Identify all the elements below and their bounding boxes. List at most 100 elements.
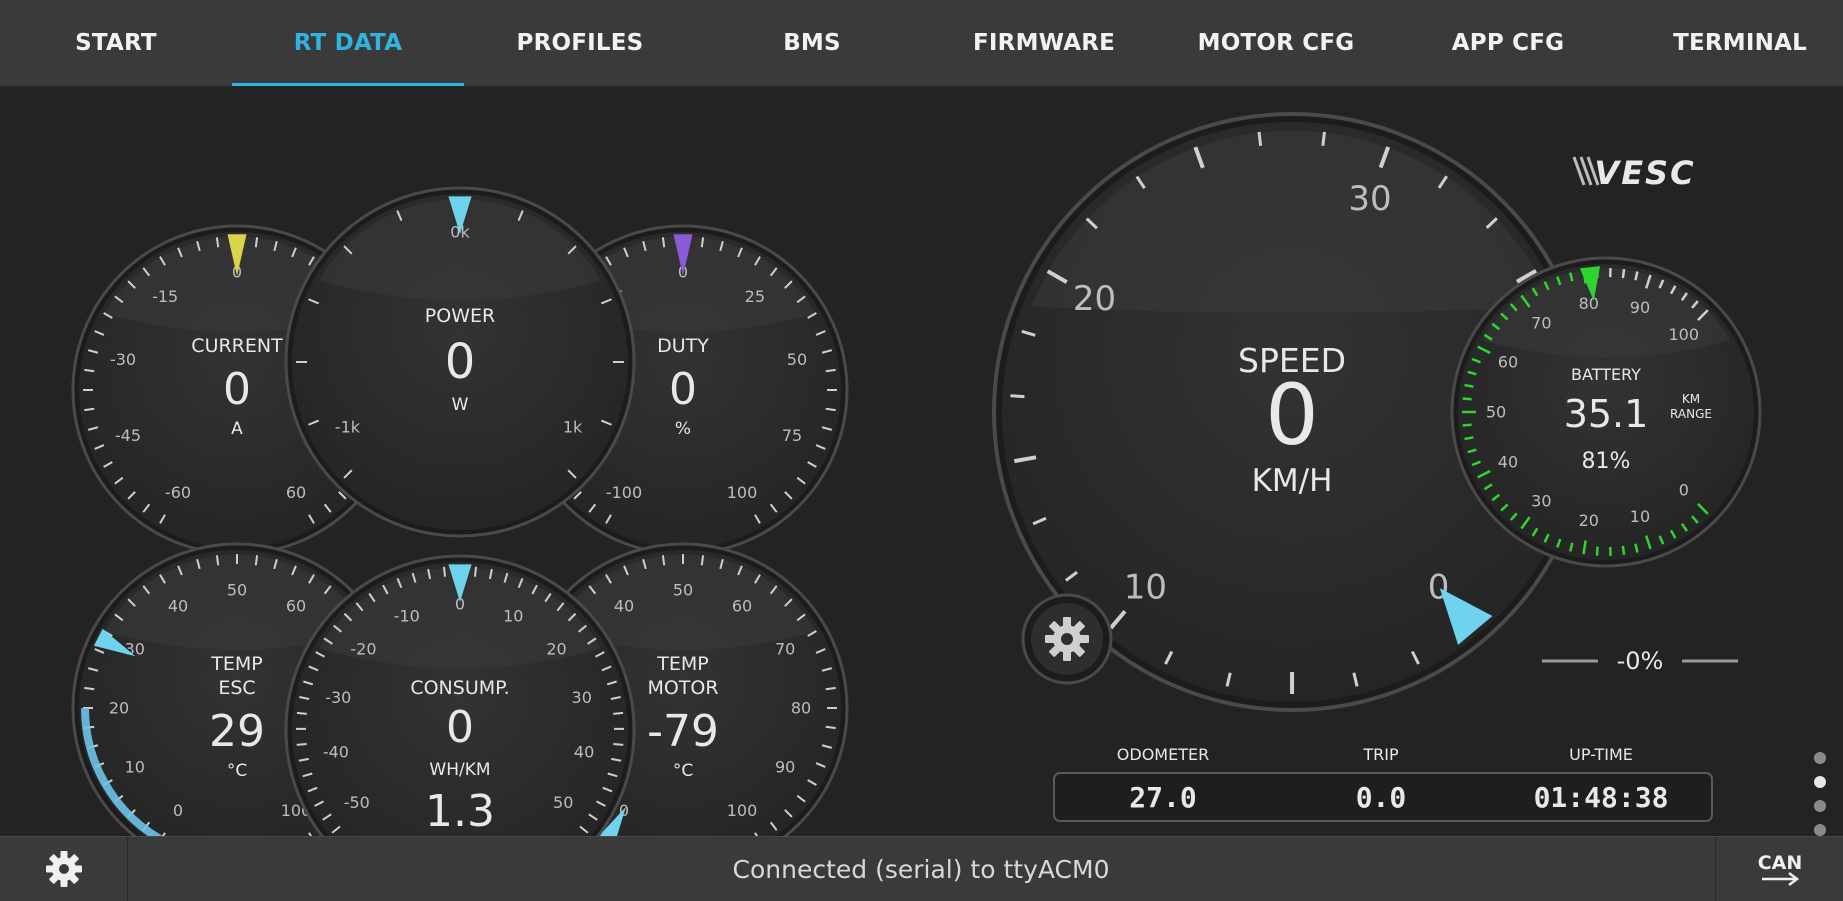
gauge-tick — [826, 409, 836, 410]
gauge-tick — [702, 555, 703, 565]
tab-firmware[interactable]: FIRMWARE — [928, 0, 1160, 86]
tab-profiles[interactable]: PROFILES — [464, 0, 696, 86]
page-dot[interactable] — [1814, 800, 1826, 812]
rt-data-dashboard: -60-45-30-15015304560CURRENT0A-100-75-50… — [0, 87, 1843, 836]
page-dot[interactable] — [1814, 824, 1826, 836]
power-gauge: -1k0k1kPOWER0W — [286, 188, 634, 536]
page-dot[interactable] — [1814, 776, 1826, 788]
stat-value: 0.0 — [1356, 781, 1407, 814]
gauge-tick-label: 40 — [614, 596, 634, 615]
gauge-tick — [613, 744, 623, 745]
gauge-tick-label: 60 — [286, 483, 306, 502]
gauge-tick — [217, 237, 218, 247]
tab-rt-data[interactable]: RT DATA — [232, 0, 464, 86]
gauge-tick — [1463, 398, 1472, 399]
gauge-avg-value: 1.3 — [425, 786, 495, 836]
gauge-tick — [826, 370, 836, 371]
gauge-tick — [663, 555, 664, 565]
gauge-tick-label: 80 — [791, 699, 811, 718]
gauge-unit: °C — [673, 761, 693, 781]
settings-button[interactable] — [0, 837, 128, 901]
page-dot[interactable] — [1814, 752, 1826, 764]
gauge-tick-label: 60 — [732, 596, 752, 615]
tab-start[interactable]: START — [0, 0, 232, 86]
gauge-tick — [256, 555, 257, 565]
gauge-tick — [1010, 396, 1024, 397]
gauge-value: 0 — [445, 334, 476, 390]
connection-status: Connected (serial) to ttyACM0 — [128, 837, 1714, 901]
top-tab-bar: STARTRT DATAPROFILESBMSFIRMWAREMOTOR CFG… — [0, 0, 1843, 87]
gauge-tick-label: -45 — [115, 426, 141, 445]
gauge-tick — [256, 237, 257, 247]
tab-terminal[interactable]: TERMINAL — [1624, 0, 1843, 86]
gauge-tick-label: 40 — [574, 742, 594, 761]
gauge-unit: % — [675, 419, 691, 439]
gauge-tick — [84, 409, 94, 410]
gauge-tick-label: 10 — [503, 606, 523, 625]
gauge-canvas: -60-45-30-15015304560CURRENT0A-100-75-50… — [0, 87, 1843, 836]
gauge-subtitle: ESC — [218, 677, 255, 699]
speed-percent: -0% — [1617, 647, 1664, 675]
gauge-tick-label: 40 — [168, 596, 188, 615]
gauge-tick — [1623, 546, 1624, 555]
gauge-tick — [1259, 132, 1261, 146]
stat-value: 01:48:38 — [1534, 781, 1669, 814]
gauge-tick-label: -15 — [152, 287, 178, 306]
vesc-logo-text: VESC — [1594, 154, 1695, 192]
gauge-value: 0 — [669, 364, 697, 415]
gauge-tick-label: -60 — [165, 483, 191, 502]
gauge-title: DUTY — [657, 335, 709, 357]
trip-stats-panel: ODOMETER 27.0 TRIP 0.0 UP-TIME 01:48:38 — [1054, 745, 1712, 821]
gauge-tick-label: 70 — [1531, 314, 1551, 333]
tab-bms[interactable]: BMS — [696, 0, 928, 86]
gauge-tick-label: 50 — [227, 581, 247, 600]
gauge-tick-label: 50 — [673, 581, 693, 600]
gauge-tick-label: -20 — [350, 640, 376, 659]
gauge-tick-label: 100 — [727, 483, 758, 502]
stat-label: ODOMETER — [1117, 745, 1209, 764]
gauge-unit: °C — [227, 761, 247, 781]
stat-value: 27.0 — [1129, 781, 1196, 814]
gauge-tick — [663, 237, 664, 247]
gauge-tick-label: 10 — [1630, 507, 1650, 526]
tab-motor-cfg[interactable]: MOTOR CFG — [1160, 0, 1392, 86]
gauge-tick-label: 70 — [775, 640, 795, 659]
gauge-settings-button[interactable] — [1023, 595, 1111, 683]
gauge-tick-label: 90 — [1630, 298, 1650, 317]
battery-gauge: 0102030405060708090100BATTERY35.181%KMRA… — [1452, 258, 1760, 566]
gauge-tick — [1323, 132, 1325, 146]
can-button-label: CAN — [1757, 852, 1802, 874]
tab-app-cfg[interactable]: APP CFG — [1392, 0, 1624, 86]
gauge-tick-label: 20 — [109, 699, 129, 718]
gauge-tick — [475, 567, 476, 577]
range-label: RANGE — [1670, 407, 1712, 421]
gauge-value: 0 — [1265, 366, 1318, 464]
gauge-tick — [84, 688, 94, 689]
vesc-logo: VESC — [1574, 154, 1696, 192]
gauge-value: 29 — [209, 706, 265, 757]
gauge-tick-label: -30 — [110, 350, 136, 369]
stat-label: TRIP — [1362, 745, 1399, 764]
gauge-tick — [217, 555, 218, 565]
gauge-tick-label: 10 — [1124, 568, 1167, 608]
gauge-tick-label: 90 — [775, 758, 795, 777]
gauge-tick-label: 60 — [1498, 353, 1518, 372]
gauge-tick-label: 25 — [745, 287, 765, 306]
can-arrow-icon: CAN — [1756, 847, 1804, 891]
gauge-value: -79 — [647, 706, 719, 757]
gauge-title: CONSUMP. — [410, 677, 509, 699]
gauge-tick — [444, 567, 445, 577]
gauge-tick-label: 20 — [1579, 511, 1599, 530]
gauge-tick — [84, 370, 94, 371]
can-button[interactable]: CAN — [1715, 837, 1843, 901]
gauge-tick — [1463, 425, 1472, 426]
gauge-tick-label: 80 — [1579, 294, 1599, 313]
gauge-tick-label: 50 — [1486, 403, 1506, 422]
stat-label: UP-TIME — [1569, 745, 1633, 764]
gauge-tick — [1465, 385, 1474, 387]
bottom-status-bar: Connected (serial) to ttyACM0 CAN — [0, 836, 1843, 901]
gauge-title: CURRENT — [191, 335, 283, 357]
page-indicator — [1810, 752, 1830, 842]
gauge-tick — [1597, 547, 1598, 556]
gauge-unit: A — [231, 419, 243, 439]
